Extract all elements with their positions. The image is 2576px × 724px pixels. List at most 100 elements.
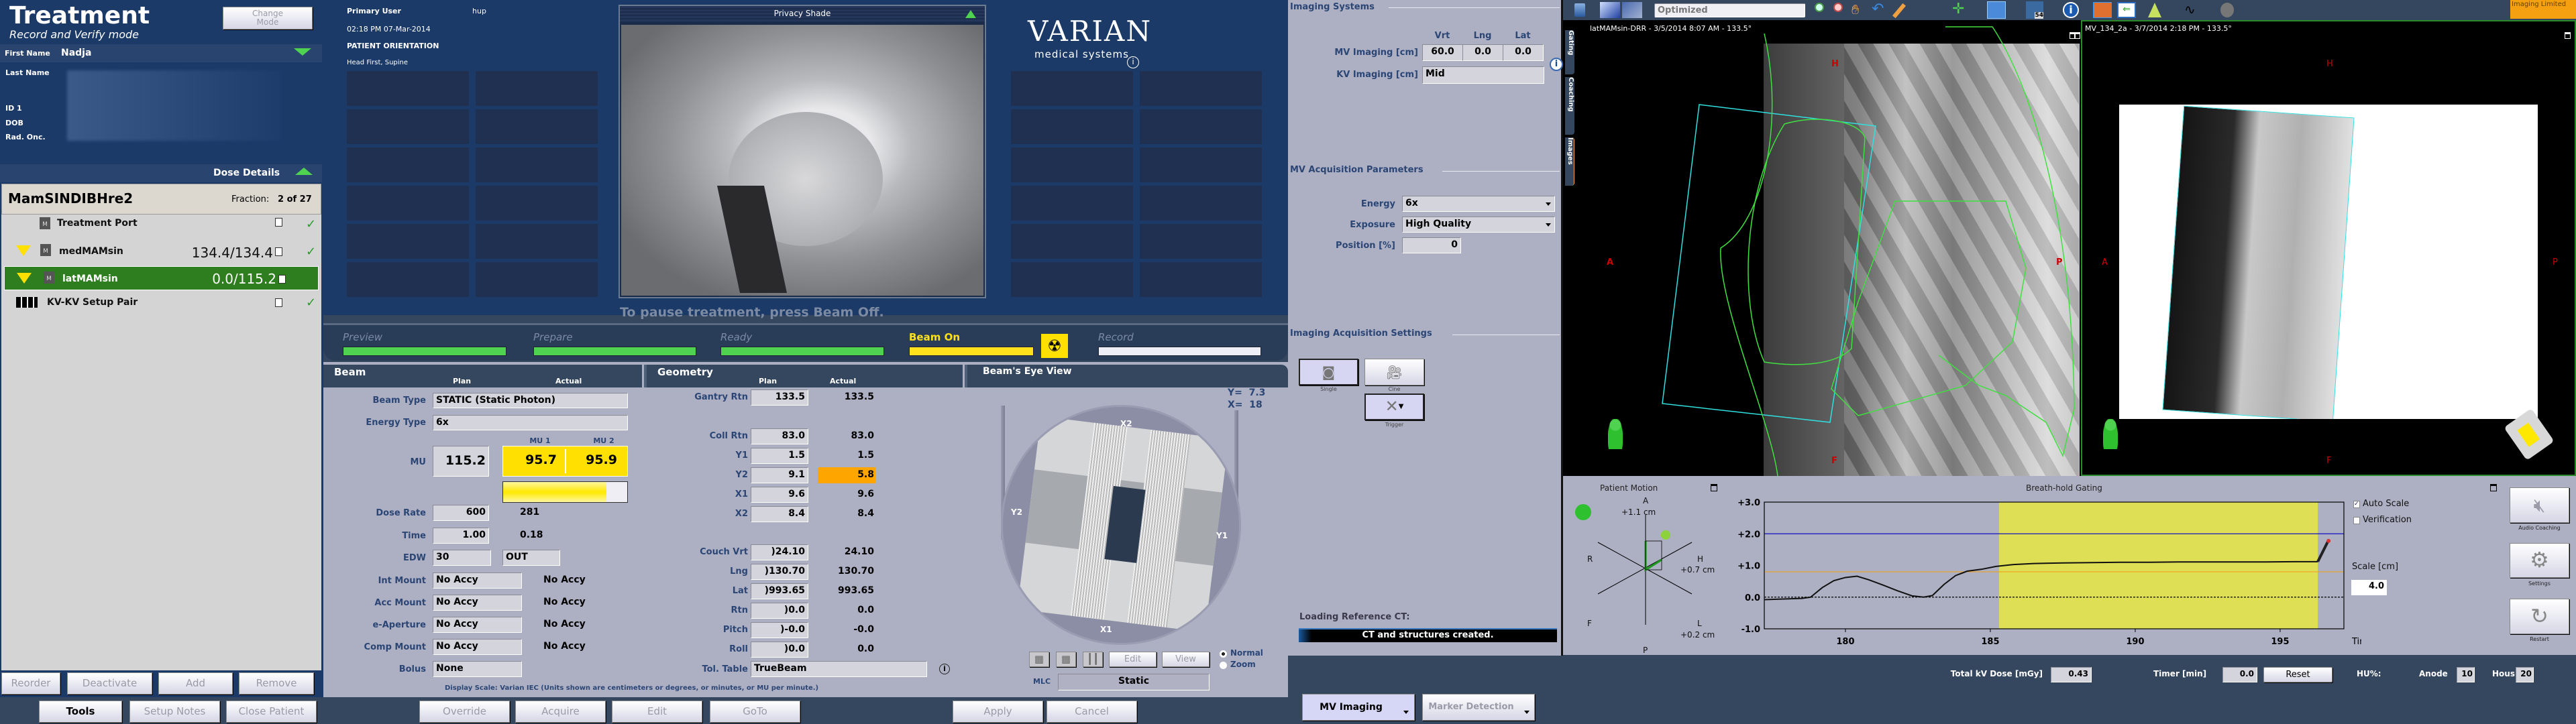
bev-edit-button[interactable]: Edit [1109,652,1157,667]
info-icon[interactable]: i [1127,56,1139,68]
exposure-select[interactable]: High Quality [1402,217,1555,233]
field-row[interactable]: KV-KV Setup Pair✓ [1,290,321,315]
status-tile [1011,224,1133,259]
int-mount-plan-field: No Accy [433,572,522,589]
deactivate-button[interactable]: Deactivate [67,672,152,695]
bev-view-button[interactable]: View [1162,652,1210,667]
geometry-info-icon[interactable]: i [939,664,950,674]
status-tile [347,71,469,106]
zoom-out-icon[interactable] [1833,3,1843,12]
bev-mlc-tool-1[interactable]: ▦ [1029,652,1049,667]
mv-imaging-button[interactable]: MV Imaging [1302,694,1415,721]
mv-imaging-dropdown-icon[interactable] [1403,711,1409,714]
restart-button[interactable]: ↻ [2510,599,2569,634]
gating-minimize-icon[interactable] [2490,484,2497,491]
zoom-radio[interactable] [1220,662,1227,669]
normal-radio[interactable] [1220,650,1227,658]
compare-icon[interactable] [2093,2,2112,18]
patient-motion-minimize-icon[interactable] [1711,484,1717,491]
crosshair-icon[interactable]: ✛ [1952,1,1964,17]
field-document-icon[interactable] [278,275,286,284]
field-row[interactable]: MTreatment Port✓ [1,215,321,239]
image-settings-icon[interactable] [1622,2,1642,18]
trigger-button[interactable]: ✕ ▼ [1364,394,1424,420]
change-mode-button[interactable]: Change Mode [223,7,313,29]
beam-projection-icon[interactable] [2148,3,2161,17]
step-beam-on-bar [909,347,1034,356]
energy-dropdown-icon[interactable] [1546,202,1551,206]
override-button[interactable]: Override [419,701,510,723]
roll-actual: 0.0 [818,642,875,658]
audio-muted-icon[interactable] [2220,3,2234,17]
completed-check-icon: ✓ [306,245,316,259]
mv-col-lng-header: Lng [1462,31,1503,41]
reorder-button[interactable]: Reorder [1,672,60,695]
status-tile [347,147,469,182]
tools-button[interactable]: Tools [39,701,122,723]
left-panel: Treatment Record and Verify mode Change … [0,0,323,697]
overlay-icon[interactable] [1987,1,2006,19]
image-index-icon[interactable]: 54 [2026,1,2043,19]
collapse-dose-icon[interactable] [295,168,313,175]
x1-actual: 9.6 [818,487,875,503]
right-image-restore-icon[interactable] [2074,32,2080,39]
auto-scale-checkbox[interactable]: ✓ [2353,501,2360,508]
edit-button[interactable]: Edit [612,701,702,723]
image-preset-select[interactable]: Optimized [1654,3,1805,17]
field-row[interactable]: MmedMAMsin134.4/134.4✓ [1,239,321,266]
mu1-value: 95.7 [510,452,557,467]
collapse-patient-icon[interactable] [294,48,311,56]
pan-hand-icon[interactable]: ✋︎ [1851,1,1859,17]
marker-dropdown-icon[interactable] [1524,711,1529,714]
coll-rtn-actual: 83.0 [818,428,875,444]
zoom-in-icon[interactable] [1815,3,1824,12]
right-image-maximize-icon[interactable] [2565,32,2571,39]
add-button[interactable]: Add [158,672,233,695]
field-document-icon[interactable] [275,247,282,256]
audio-coaching-button[interactable]: 🔇︎ [2510,487,2569,523]
status-tile [347,262,469,297]
close-patient-button[interactable]: Close Patient [226,701,317,723]
cancel-button[interactable]: Cancel [1046,701,1137,723]
status-tile [1140,109,1262,144]
apply-button[interactable]: Apply [953,701,1043,723]
motion-label-r: R [1587,554,1593,564]
privacy-shade-toggle-icon[interactable] [965,10,976,18]
bev-mlc-tool-2[interactable]: ▦ [1056,652,1076,667]
marker-detection-button[interactable]: Marker Detection [1422,694,1535,721]
rtn-label: Rtn [667,605,748,615]
status-tile [476,147,598,182]
ptv-contour [1748,119,1865,365]
imaging-info-icon[interactable]: i [1550,58,1563,71]
exposure-dropdown-icon[interactable] [1546,223,1551,227]
step-ready-label: Ready [720,331,752,343]
breathing-icon[interactable]: ∿ [2184,1,2196,17]
scale-input[interactable]: 4.0 [2351,580,2387,595]
window-level-icon[interactable] [1600,2,1620,18]
timer-reset-button[interactable]: Reset [2263,667,2332,682]
x1-plan-field: 9.6 [751,487,808,503]
single-button[interactable]: ◙ [1299,359,1358,385]
import-icon[interactable]: ⇐ [2117,2,2136,18]
remove-button[interactable]: Remove [239,672,314,695]
goto-button[interactable]: GoTo [710,701,800,723]
save-icon[interactable] [1574,3,1585,17]
comp-mount-label: Comp Mount [345,642,426,652]
undo-icon[interactable]: ↶ [1872,1,1884,17]
settings-button[interactable]: ⚙ [2510,543,2569,578]
timer-label: Timer [min] [2153,669,2206,678]
field-document-icon[interactable] [275,218,282,227]
verification-checkbox[interactable] [2353,517,2360,524]
last-name-label: Last Name [5,68,50,77]
position-field[interactable]: 0 [1402,237,1461,253]
acquire-button[interactable]: Acquire [515,701,606,723]
viewer-info-icon[interactable]: i [2063,2,2079,18]
x-tick-label: 185 [1981,637,1999,647]
setup-notes-button[interactable]: Setup Notes [129,701,220,723]
bev-mlc-tool-3[interactable]: ┃┃ [1083,652,1103,667]
dob-label: DOB [5,119,23,127]
energy-select[interactable]: 6x [1402,196,1555,212]
cine-button[interactable]: 🎥︎ [1364,359,1424,385]
field-row[interactable]: MlatMAMsin0.0/115.2 [4,266,319,290]
field-document-icon[interactable] [275,298,282,307]
